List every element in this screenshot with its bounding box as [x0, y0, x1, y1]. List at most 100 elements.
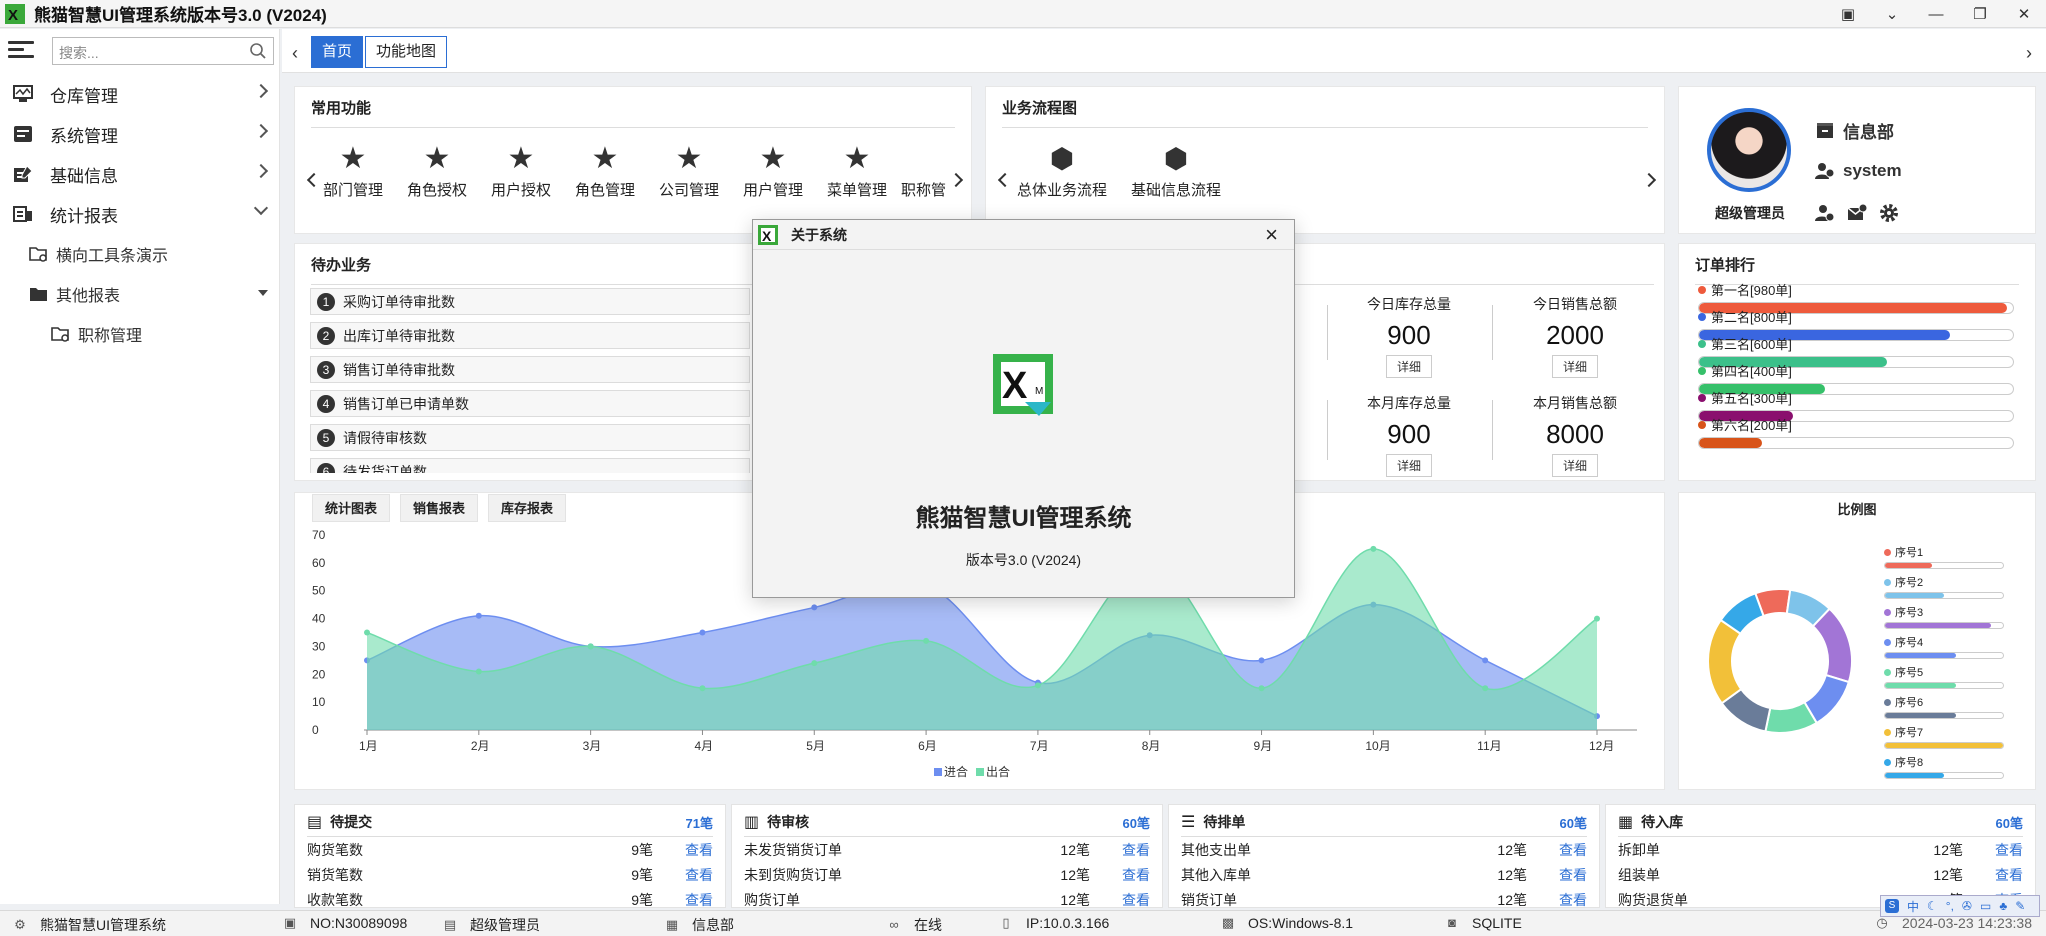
- bottom-row: 组装单 12笔 查看: [1618, 863, 2023, 887]
- x-tick-label: 4月: [694, 739, 713, 753]
- tab-home[interactable]: 首页: [311, 36, 364, 68]
- y-tick-label: 30: [312, 639, 326, 653]
- detail-button[interactable]: 详细: [1551, 355, 1598, 378]
- status-text: 超级管理员: [470, 917, 540, 933]
- pie-legend-track: [1884, 682, 2004, 689]
- chevron-down-icon[interactable]: ⌄: [1870, 0, 1914, 28]
- bottom-row-count: 12笔: [1060, 892, 1090, 908]
- todo-item[interactable]: 5 请假待审核数: [310, 424, 750, 451]
- maximize-button[interactable]: ❐: [1958, 0, 2002, 28]
- search-input[interactable]: 搜索...: [52, 37, 274, 65]
- sidebar-item-reports[interactable]: 统计报表: [0, 194, 280, 234]
- sidebar-item-system[interactable]: 系统管理: [0, 114, 280, 154]
- view-link[interactable]: 查看: [1527, 890, 1587, 910]
- view-link[interactable]: 查看: [1527, 865, 1587, 885]
- svg-text:X: X: [8, 7, 18, 24]
- flow-item[interactable]: ⬢ 总体业务流程: [1012, 141, 1112, 200]
- skin-icon[interactable]: ♣: [1999, 899, 2007, 913]
- tool-icon[interactable]: ✎: [2015, 899, 2025, 913]
- legend-swatch: [976, 768, 984, 776]
- pie-legend-fill: [1885, 743, 2003, 748]
- ime-toolbar[interactable]: S 中 ☾ °, ✇ ▭ ♣ ✎: [1880, 895, 2040, 917]
- dialog-title: 关于系统: [791, 226, 847, 243]
- scroll-right-icon[interactable]: [1641, 172, 1657, 188]
- sidebar-item-basic-info[interactable]: 基础信息: [0, 154, 280, 194]
- bottom-row-name: 未发货销货订单: [744, 842, 842, 858]
- tab-scroll-right-icon[interactable]: ›: [2026, 43, 2032, 64]
- pie-legend-fill: [1885, 713, 1956, 718]
- view-link[interactable]: 查看: [653, 865, 713, 885]
- todo-label: 销售订单待审批数: [343, 361, 455, 378]
- func-item[interactable]: ★ 角色管理: [565, 141, 645, 200]
- status-bar: ⚙ 熊猫智慧UI管理系统 ▣ NO:N30089098 ▤ 超级管理员 ▦ 信息部 ∞ 在…: [0, 910, 2046, 936]
- punct-icon[interactable]: °,: [1946, 899, 1954, 913]
- data-point: [1258, 657, 1265, 664]
- bottom-card-header: ▤ 待提交 71笔: [307, 811, 713, 833]
- tab-function-map[interactable]: 功能地图: [365, 36, 448, 68]
- func-label: 公司管理: [658, 182, 719, 199]
- avatar[interactable]: [1707, 108, 1791, 192]
- scroll-left-icon[interactable]: [997, 172, 1013, 188]
- flow-item[interactable]: ⬢ 基础信息流程: [1126, 141, 1226, 200]
- hamburger-menu-icon[interactable]: [8, 41, 34, 61]
- detail-button[interactable]: 详细: [1385, 454, 1432, 477]
- func-item[interactable]: ★ 部门管理: [313, 141, 393, 200]
- tab-sales-report[interactable]: 销售报表: [400, 494, 479, 522]
- view-link[interactable]: 查看: [653, 840, 713, 860]
- func-item[interactable]: ★ 角色授权: [397, 141, 477, 200]
- view-link[interactable]: 查看: [1090, 840, 1150, 860]
- tab-stat-chart[interactable]: 统计图表: [312, 494, 391, 522]
- sidebar-item-other-reports[interactable]: 其他报表: [0, 274, 280, 314]
- close-icon[interactable]: ×: [1265, 224, 1278, 246]
- bottom-row-name: 未到货购货订单: [744, 867, 842, 883]
- view-link[interactable]: 查看: [1090, 890, 1150, 910]
- detail-button[interactable]: 详细: [1385, 355, 1432, 378]
- gear-icon[interactable]: [1879, 203, 1899, 223]
- tab-scroll-left-icon[interactable]: ‹: [292, 43, 298, 64]
- view-link[interactable]: 查看: [1527, 840, 1587, 860]
- product-version: 版本号3.0 (V2024): [965, 552, 1082, 568]
- todo-item[interactable]: 1 采购订单待审批数: [310, 288, 750, 315]
- pie-legend-dot: [1884, 668, 1891, 676]
- search-placeholder: 搜索...: [59, 45, 99, 61]
- view-link[interactable]: 查看: [1963, 840, 2023, 860]
- sidebar-item-horizontal-toolbar[interactable]: 横向工具条演示: [0, 234, 280, 274]
- close-button[interactable]: ✕: [2002, 0, 2046, 28]
- pie-legend-label: 序号3: [1884, 604, 2004, 620]
- todo-item[interactable]: 6 待发货订单数: [310, 458, 750, 473]
- pie-legend-text: 序号1: [1895, 547, 1924, 559]
- func-item[interactable]: ★职称管: [901, 141, 947, 200]
- tab-stock-report[interactable]: 库存报表: [488, 494, 567, 522]
- ime-lang[interactable]: 中: [1907, 898, 1919, 915]
- moon-icon[interactable]: ☾: [1927, 899, 1938, 913]
- func-item[interactable]: ★ 公司管理: [649, 141, 729, 200]
- view-link[interactable]: 查看: [1090, 865, 1150, 885]
- mail-icon[interactable]: [1847, 203, 1867, 223]
- bottom-row: 未到货购货订单 12笔 查看: [744, 863, 1150, 887]
- keyboard-icon[interactable]: ▭: [1980, 899, 1991, 913]
- todo-item[interactable]: 4 销售订单已申请单数: [310, 390, 750, 417]
- func-item[interactable]: ★ 用户管理: [733, 141, 813, 200]
- layout-icon[interactable]: ▣: [1826, 0, 1870, 28]
- search-icon[interactable]: [249, 42, 267, 60]
- bottom-card-title: 待入库: [1641, 814, 1684, 830]
- pie-legend-dot: [1884, 698, 1891, 706]
- bottom-row: 拆卸单 12笔 查看: [1618, 838, 2023, 862]
- detail-button[interactable]: 详细: [1551, 454, 1598, 477]
- func-item[interactable]: ★ 菜单管理: [817, 141, 897, 200]
- todo-item[interactable]: 3 销售订单待审批数: [310, 356, 750, 383]
- minimize-button[interactable]: —: [1914, 0, 1958, 28]
- view-link[interactable]: 查看: [653, 890, 713, 910]
- func-item[interactable]: ★ 用户授权: [481, 141, 561, 200]
- sidebar-item-warehouse[interactable]: 仓库管理: [0, 74, 280, 114]
- user-check-icon[interactable]: [1815, 203, 1835, 223]
- sidebar-item-title-mgmt[interactable]: 职称管理: [0, 314, 280, 354]
- profile-role: 超级管理员: [1715, 205, 1785, 221]
- phone-icon: ▯: [1002, 915, 1010, 930]
- clock-icon: ◷: [1876, 915, 1888, 930]
- mic-icon[interactable]: ✇: [1962, 899, 1972, 913]
- app-logo-icon: X: [5, 3, 25, 24]
- view-link[interactable]: 查看: [1963, 865, 2023, 885]
- scroll-right-icon[interactable]: [948, 172, 964, 188]
- todo-item[interactable]: 2 出库订单待审批数: [310, 322, 750, 349]
